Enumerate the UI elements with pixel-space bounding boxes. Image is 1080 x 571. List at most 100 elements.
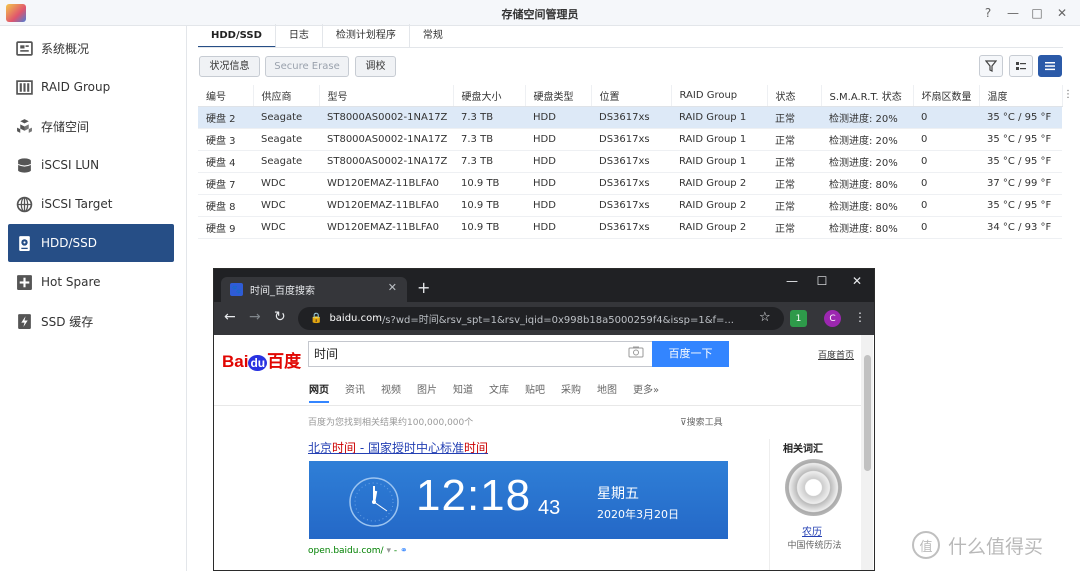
baidu-tab-purchase[interactable]: 采购: [561, 381, 581, 403]
related-terms-title: 相关词汇: [783, 444, 823, 455]
cache-icon: [15, 312, 33, 330]
help-icon[interactable]: ?: [978, 4, 998, 22]
column-menu-icon[interactable]: ⋮: [1063, 89, 1073, 100]
list-view-icon[interactable]: [1009, 55, 1033, 77]
browser-menu-icon[interactable]: ⋮: [854, 310, 866, 324]
result-title-link[interactable]: 北京时间 - 国家授时中心标准时间: [308, 439, 488, 456]
baidu-search-button[interactable]: 百度一下: [652, 341, 729, 367]
sidebar-item-hdd-ssd[interactable]: HDD/SSD: [8, 224, 174, 262]
camera-icon[interactable]: [628, 346, 644, 361]
col-header[interactable]: S.M.A.R.T. 状态: [821, 85, 914, 107]
watermark-logo-icon: 值: [912, 531, 940, 559]
baidu-tab-images[interactable]: 图片: [417, 381, 437, 403]
table-row[interactable]: 硬盘 3 Seagate ST8000AS0002-1NA17Z 7.3 TB HDD D…: [198, 128, 1062, 151]
browser-close-icon[interactable]: ✕: [842, 274, 872, 288]
baidu-tab-news[interactable]: 资讯: [345, 381, 365, 403]
plus-icon: [15, 273, 33, 291]
col-header[interactable]: 编号: [198, 85, 254, 107]
lunar-calendar-image[interactable]: [785, 459, 842, 516]
sidebar-item-overview[interactable]: 系统概况: [8, 29, 174, 67]
col-header[interactable]: 供应商: [253, 85, 320, 107]
disk-icon: [15, 234, 33, 252]
minimize-icon[interactable]: —: [1003, 4, 1023, 22]
col-header[interactable]: 状态: [767, 85, 822, 107]
table-cell: 35 °C / 95 °F: [979, 150, 1062, 173]
table-cell: 正常: [767, 106, 821, 129]
detail-view-icon[interactable]: [1038, 55, 1062, 77]
secure-erase-button[interactable]: Secure Erase: [265, 56, 349, 77]
filter-icon[interactable]: [979, 55, 1003, 77]
tab-log[interactable]: 日志: [276, 24, 323, 48]
tab-close-icon[interactable]: ✕: [388, 281, 397, 294]
table-row[interactable]: 硬盘 2 Seagate ST8000AS0002-1NA17Z 7.3 TB HDD D…: [198, 106, 1062, 129]
browser-toolbar: ← → ↻ 🔒 baidu.com/s?wd=时间&rsv_spt=1&rsv_…: [214, 302, 874, 335]
related-term-link[interactable]: 农历: [802, 523, 822, 538]
back-icon[interactable]: ←: [224, 309, 236, 325]
table-cell: HDD: [525, 128, 591, 151]
browser-tab[interactable]: 🐾 时间_百度搜索 ✕: [221, 277, 407, 302]
status-info-button[interactable]: 状况信息: [199, 56, 260, 77]
baidu-search-input[interactable]: 时间: [308, 341, 652, 367]
baidu-tab-tieba[interactable]: 贴吧: [525, 381, 545, 403]
table-cell: 35 °C / 95 °F: [979, 128, 1062, 151]
col-header[interactable]: 温度: [979, 85, 1063, 107]
forward-icon[interactable]: →: [249, 309, 261, 325]
table-cell: RAID Group 2: [671, 194, 767, 217]
page-scrollbar-thumb[interactable]: [864, 355, 871, 471]
reload-icon[interactable]: ↻: [274, 309, 286, 325]
baidu-tab-wenku[interactable]: 文库: [489, 381, 509, 403]
col-header[interactable]: 坏扇区数量: [913, 85, 980, 107]
profile-avatar[interactable]: C: [824, 310, 841, 327]
baidu-logo[interactable]: Bai du 百度: [222, 347, 301, 372]
baidu-home-link[interactable]: 百度首页: [818, 348, 854, 361]
search-tools-button[interactable]: ⊽搜索工具: [680, 415, 723, 428]
baidu-tab-more[interactable]: 更多»: [633, 381, 659, 403]
sidebar-item-iscsi-lun[interactable]: iSCSI LUN: [8, 146, 174, 184]
baidu-tab-zhidao[interactable]: 知道: [453, 381, 473, 403]
close-icon[interactable]: ✕: [1052, 4, 1072, 22]
sidebar-item-label: Hot Spare: [41, 275, 101, 289]
clock-weekday: 星期五: [597, 486, 639, 502]
table-cell: 35 °C / 95 °F: [979, 194, 1062, 217]
col-header[interactable]: 硬盘类型: [525, 85, 592, 107]
address-bar[interactable]: 🔒 baidu.com/s?wd=时间&rsv_spt=1&rsv_iqid=0…: [298, 307, 784, 330]
table-cell: DS3617xs: [591, 194, 671, 217]
table-cell: RAID Group 2: [671, 216, 767, 239]
baidu-tab-video[interactable]: 视频: [381, 381, 401, 403]
table-row[interactable]: 硬盘 4 Seagate ST8000AS0002-1NA17Z 7.3 TB HDD D…: [198, 150, 1062, 173]
sidebar-item-raid-group[interactable]: RAID Group: [8, 68, 174, 106]
col-header[interactable]: 型号: [319, 85, 454, 107]
browser-minimize-icon[interactable]: —: [777, 274, 807, 288]
col-header[interactable]: 硬盘大小: [453, 85, 526, 107]
new-tab-icon[interactable]: +: [417, 278, 430, 297]
baidu-tab-web[interactable]: 网页: [309, 381, 329, 403]
sidebar-item-label: 存储空间: [41, 119, 90, 134]
dropdown-icon[interactable]: ▾: [386, 546, 391, 556]
table-cell: WDC: [253, 172, 319, 195]
maximize-icon[interactable]: □: [1027, 4, 1047, 22]
tab-hdd-ssd[interactable]: HDD/SSD: [198, 24, 276, 48]
table-cell: 检测进度: 20%: [821, 106, 913, 129]
table-row[interactable]: 硬盘 9 WDC WD120EMAZ-11BLFA0 10.9 TB HDD DS3617…: [198, 216, 1062, 239]
sidebar-item-ssd-cache[interactable]: SSD 缓存: [8, 302, 174, 340]
url-host: baidu.com: [329, 313, 382, 324]
table-row[interactable]: 硬盘 7 WDC WD120EMAZ-11BLFA0 10.9 TB HDD DS3617…: [198, 172, 1062, 195]
col-header[interactable]: RAID Group: [671, 85, 768, 107]
lun-icon: [15, 156, 33, 174]
overview-icon: [15, 39, 33, 57]
result-source-url[interactable]: open.baidu.com/ ▾ - ⚭: [308, 546, 408, 556]
sidebar-item-hot-spare[interactable]: Hot Spare: [8, 263, 174, 301]
sidebar-item-volume[interactable]: 存储空间: [8, 107, 174, 145]
col-header[interactable]: 位置: [591, 85, 672, 107]
browser-maximize-icon[interactable]: ☐: [807, 274, 837, 288]
extension-shield-icon[interactable]: 1: [790, 310, 807, 327]
baidu-tab-map[interactable]: 地图: [597, 381, 617, 403]
sidebar-item-iscsi-target[interactable]: iSCSI Target: [8, 185, 174, 223]
tab-general[interactable]: 常规: [410, 24, 456, 48]
tune-button[interactable]: 调校: [355, 56, 396, 77]
bookmark-star-icon[interactable]: ☆: [759, 310, 771, 325]
table-row[interactable]: 硬盘 8 WDC WD120EMAZ-11BLFA0 10.9 TB HDD DS3617…: [198, 194, 1062, 217]
browser-tab-bar: 🐾 时间_百度搜索 ✕ + — ☐ ✕: [214, 269, 874, 302]
table-cell: 硬盘 2: [198, 106, 253, 129]
tab-test-schedule[interactable]: 检测计划程序: [323, 24, 410, 48]
